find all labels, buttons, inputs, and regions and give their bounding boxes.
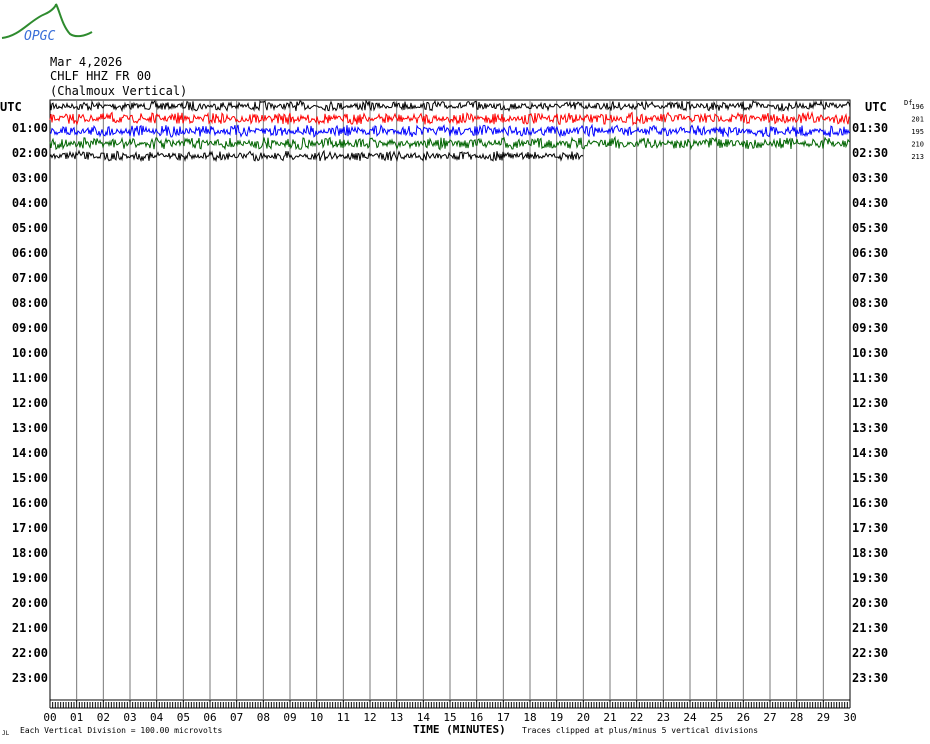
station-label: CHLF HHZ FR 00: [50, 69, 151, 83]
x-tick-label: 30: [843, 711, 856, 724]
hour-label-left: 09:00: [12, 321, 48, 335]
hour-label-right: 14:30: [852, 446, 888, 460]
x-tick-label: 00: [43, 711, 56, 724]
hour-label-left: 05:00: [12, 221, 48, 235]
x-tick-label: 11: [337, 711, 350, 724]
x-tick-label: 01: [70, 711, 83, 724]
hour-label-right: 02:30: [852, 146, 888, 160]
hour-label-right: 19:30: [852, 571, 888, 585]
hour-label-left: 07:00: [12, 271, 48, 285]
hour-label-right: 01:30: [852, 121, 888, 135]
hour-label-left: 01:00: [12, 121, 48, 135]
date-label: Mar 4,2026: [50, 55, 122, 69]
x-tick-label: 19: [550, 711, 563, 724]
utc-left-header: UTC: [0, 100, 22, 114]
x-tick-label: 10: [310, 711, 323, 724]
hour-label-right: 22:30: [852, 646, 888, 660]
hour-label-left: 02:00: [12, 146, 48, 160]
hour-label-left: 19:00: [12, 571, 48, 585]
hour-label-right: 23:30: [852, 671, 888, 685]
hour-label-left: 17:00: [12, 521, 48, 535]
hour-label-left: 18:00: [12, 546, 48, 560]
opgc-logo: OPGC: [1, 3, 93, 44]
x-tick-label: 06: [203, 711, 216, 724]
x-tick-label: 13: [390, 711, 403, 724]
hour-label-right: 07:30: [852, 271, 888, 285]
x-tick-label: 23: [657, 711, 670, 724]
hour-label-left: 10:00: [12, 346, 48, 360]
hour-label-left: 03:00: [12, 171, 48, 185]
hour-label-right: 12:30: [852, 396, 888, 410]
hour-label-right: 04:30: [852, 196, 888, 210]
hour-label-right: 11:30: [852, 371, 888, 385]
x-tick-label: 03: [123, 711, 136, 724]
station-name: (Chalmoux Vertical): [50, 84, 187, 98]
x-tick-label: 04: [150, 711, 164, 724]
hour-label-right: 05:30: [852, 221, 888, 235]
helicorder: OPGC Mar 4,2026 CHLF HHZ FR 00 (Chalmoux…: [0, 0, 930, 744]
hour-label-right: 17:30: [852, 521, 888, 535]
hour-label-left: 21:00: [12, 621, 48, 635]
x-tick-label: 21: [603, 711, 616, 724]
hour-label-right: 13:30: [852, 421, 888, 435]
hour-label-left: 13:00: [12, 421, 48, 435]
hour-label-left: 22:00: [12, 646, 48, 660]
hour-label-left: 16:00: [12, 496, 48, 510]
x-tick-label: 07: [230, 711, 243, 724]
hour-label-right: 21:30: [852, 621, 888, 635]
logo-text: OPGC: [24, 29, 55, 44]
x-tick-label: 08: [257, 711, 270, 724]
x-tick-label: 24: [683, 711, 697, 724]
hour-label-left: 15:00: [12, 471, 48, 485]
hour-label-right: 06:30: [852, 246, 888, 260]
x-axis-label: TIME (MINUTES): [413, 723, 506, 736]
hour-label-left: 23:00: [12, 671, 48, 685]
trace-offset: 195: [911, 128, 924, 136]
x-tick-label: 22: [630, 711, 643, 724]
utc-right-header: UTC: [865, 100, 887, 114]
trace-offset: 213: [911, 153, 924, 161]
x-tick-label: 27: [763, 711, 776, 724]
corner-mark: JL: [2, 730, 10, 737]
hour-label-right: 10:30: [852, 346, 888, 360]
hour-label-right: 08:30: [852, 296, 888, 310]
hour-label-right: 16:30: [852, 496, 888, 510]
x-tick-label: 18: [523, 711, 536, 724]
clip-note: Traces clipped at plus/minus 5 vertical …: [522, 726, 758, 735]
x-tick-label: 26: [737, 711, 750, 724]
hour-label-left: 04:00: [12, 196, 48, 210]
trace-offset: 210: [911, 141, 924, 149]
hour-label-left: 06:00: [12, 246, 48, 260]
hour-label-left: 14:00: [12, 446, 48, 460]
x-tick-label: 02: [97, 711, 110, 724]
x-tick-label: 25: [710, 711, 723, 724]
x-tick-label: 29: [817, 711, 830, 724]
hour-label-left: 08:00: [12, 296, 48, 310]
hour-label-right: 15:30: [852, 471, 888, 485]
x-tick-label: 05: [177, 711, 190, 724]
helicorder-plot: OPGC Mar 4,2026 CHLF HHZ FR 00 (Chalmoux…: [0, 3, 924, 737]
hour-label-right: 09:30: [852, 321, 888, 335]
hour-label-left: 11:00: [12, 371, 48, 385]
trace-offset: 196: [911, 103, 924, 111]
hour-label-right: 18:30: [852, 546, 888, 560]
hour-label-right: 20:30: [852, 596, 888, 610]
trace-offset: 201: [911, 116, 924, 124]
hour-label-left: 12:00: [12, 396, 48, 410]
hour-label-right: 03:30: [852, 171, 888, 185]
hour-label-left: 20:00: [12, 596, 48, 610]
x-tick-label: 20: [577, 711, 590, 724]
division-note: Each Vertical Division = 100.00 microvol…: [20, 726, 222, 735]
x-tick-label: 12: [363, 711, 376, 724]
x-tick-label: 09: [283, 711, 296, 724]
x-tick-label: 28: [790, 711, 803, 724]
